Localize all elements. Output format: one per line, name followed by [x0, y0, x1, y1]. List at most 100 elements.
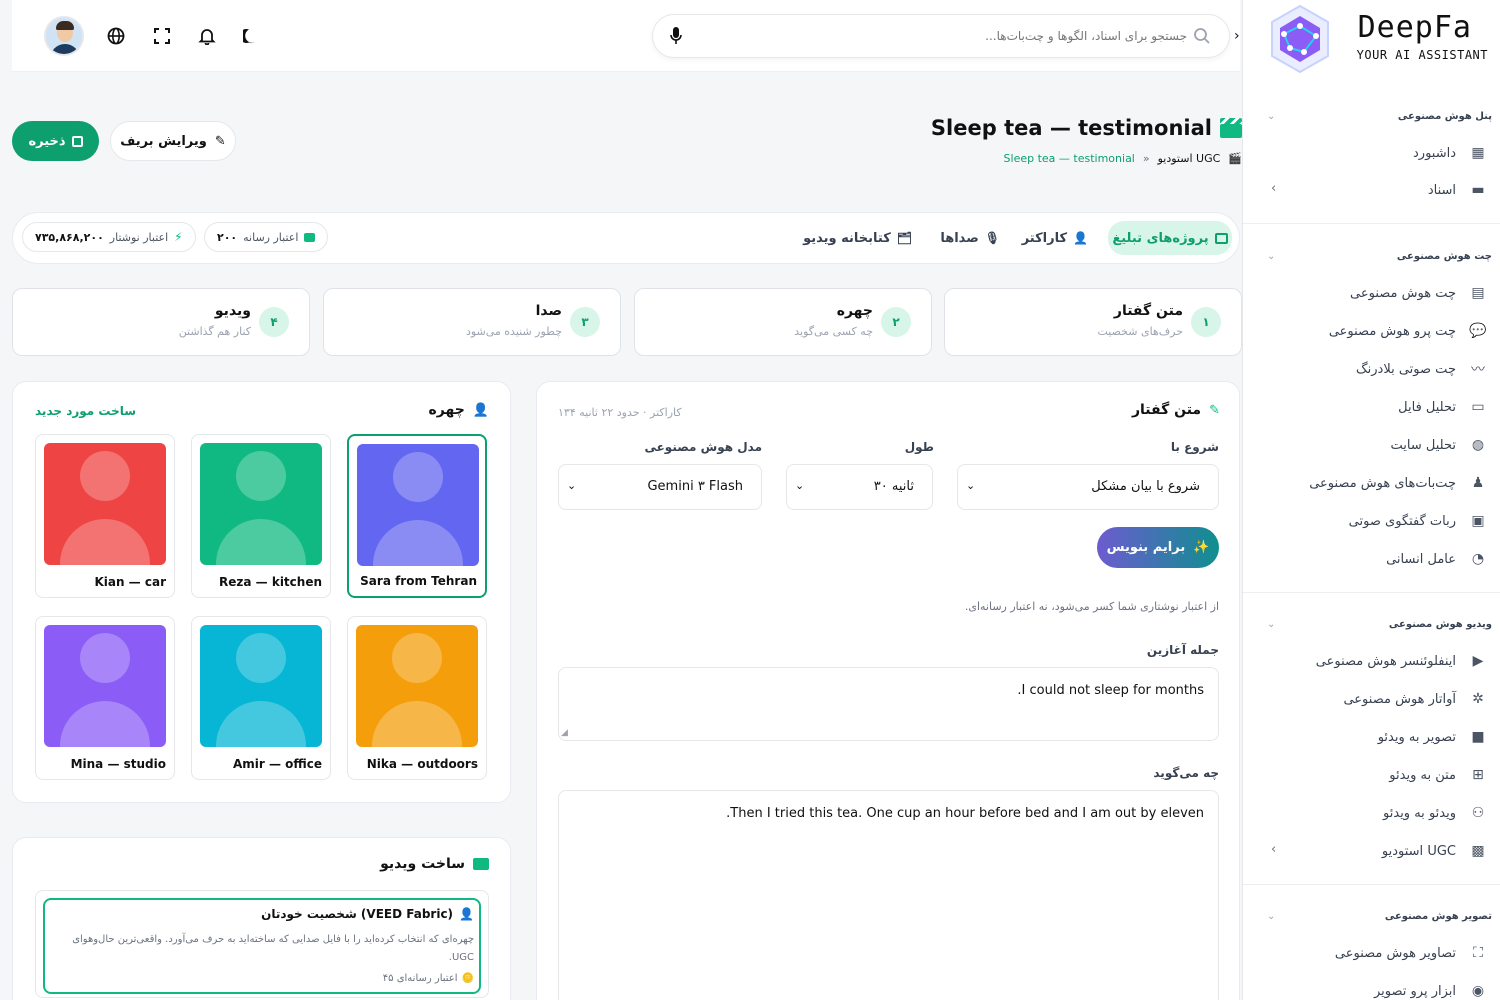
- brand-logo[interactable]: DeepFa YOUR AI ASSISTANT: [1254, 4, 1488, 74]
- step-card-1[interactable]: ۱ متن گفتار حرف‌های شخصیت: [944, 288, 1242, 356]
- avatar-body: [216, 519, 306, 565]
- step-subtitle: کنار هم گذاشتن: [178, 325, 251, 338]
- tab-video-library[interactable]: کتابخانه ویدیو 🗂: [803, 222, 912, 254]
- chevron-down-icon: ⌄: [1267, 110, 1276, 122]
- step-title: ویدیو: [214, 303, 251, 319]
- sidebar-divider: [1243, 592, 1500, 593]
- sidebar-section-header[interactable]: ⌄ پنل هوش مصنوعی: [1267, 106, 1492, 126]
- sidebar-item[interactable]: استودیو UGC ▩: [1268, 836, 1488, 866]
- face-avatar-image: [200, 443, 322, 565]
- step-title: متن گفتار: [1113, 303, 1183, 319]
- sidebar-section-header[interactable]: ⌄ تصویر هوش مصنوعی: [1267, 906, 1492, 926]
- face-name: Amir — office: [232, 757, 322, 771]
- sidebar-item[interactable]: عامل انسانی ◔: [1268, 544, 1488, 574]
- step-card-4[interactable]: ۴ ویدیو کنار هم گذاشتن: [12, 288, 310, 356]
- sidebar-item[interactable]: تحلیل فایل ▭: [1268, 392, 1488, 422]
- video-title: ساخت ویدیو: [380, 856, 465, 872]
- robot-icon: ♟: [1471, 475, 1485, 491]
- deepfa-logo-icon: [1271, 4, 1329, 74]
- avatar-head: [236, 633, 286, 683]
- sidebar-item[interactable]: چت هوش مصنوعی ▤: [1268, 278, 1488, 308]
- sidebar-item[interactable]: ربات گفتگوی صوتی ▣: [1268, 506, 1488, 536]
- edit-brief-label: ویرایش بریف: [120, 133, 207, 149]
- face-avatar-image: [44, 443, 166, 565]
- video-option-fabric[interactable]: شخصیت خودتان (VEED Fabric) 👤 چهره‌ای که …: [35, 890, 489, 998]
- tab-character[interactable]: کاراکتر 👤: [1022, 222, 1088, 254]
- globe-icon[interactable]: [104, 24, 128, 48]
- media-credit-label: اعتبار رسانه: [243, 230, 299, 244]
- sidebar-toggle-chevron-icon[interactable]: ›: [1234, 28, 1240, 44]
- breadcrumb-root[interactable]: استودیو UGC: [1158, 152, 1221, 165]
- sidebar-section-header[interactable]: ⌄ ویدیو هوش مصنوعی: [1267, 614, 1492, 634]
- sidebar-item[interactable]: داشبورد ▦: [1268, 138, 1488, 168]
- sidebar-item[interactable]: ویدئو به ویدئو ⚇: [1268, 798, 1488, 828]
- face-card[interactable]: Sara from Tehran: [347, 434, 487, 598]
- person-icon: 👤: [472, 402, 489, 418]
- face-card[interactable]: Kian — car: [35, 434, 175, 598]
- user-avatar[interactable]: [44, 16, 84, 56]
- create-new-link[interactable]: ساخت مورد جدید: [35, 404, 136, 418]
- sidebar-section-title: چت هوش مصنوعی: [1396, 250, 1492, 262]
- sidebar-section-header[interactable]: ⌄ چت هوش مصنوعی: [1267, 246, 1492, 266]
- tab-ad-projects[interactable]: پروژه‌های تبلیغ: [1108, 221, 1232, 255]
- sidebar-item[interactable]: تحلیل سایت ◍: [1268, 430, 1488, 460]
- floppy-icon: [71, 135, 83, 147]
- writing-credit-value: ۷۳۵,۸۶۸,۲۰۰: [35, 230, 104, 244]
- sidebar-item-label: آواتار هوش مصنوعی: [1343, 691, 1456, 707]
- search-input[interactable]: [707, 23, 1187, 49]
- sidebar-item-label: تصویر به ویدئو: [1377, 729, 1456, 745]
- submenu-chevron-icon[interactable]: ‹: [1271, 842, 1276, 857]
- sidebar-item[interactable]: چت پرو هوش مصنوعی 💬: [1268, 316, 1488, 346]
- step-card-2[interactable]: ۲ چهره چه کسی می‌گوید: [634, 288, 932, 356]
- save-button[interactable]: ذخیره: [12, 121, 99, 161]
- step-title: صدا: [535, 303, 562, 319]
- edit-brief-button[interactable]: ویرایش بریف ✎: [110, 121, 236, 161]
- face-card[interactable]: Mina — studio: [35, 616, 175, 780]
- sidebar-item[interactable]: چت‌بات‌های هوش مصنوعی ♟: [1268, 468, 1488, 498]
- face-card[interactable]: Amir — office: [191, 616, 331, 780]
- face-card[interactable]: Nika — outdoors: [347, 616, 487, 780]
- avatar-icon: ✲: [1472, 691, 1484, 707]
- sidebar-section-title: ویدیو هوش مصنوعی: [1388, 618, 1492, 630]
- script-card-header: متن گفتار ✎: [1132, 402, 1220, 418]
- sidebar-item-label: تحلیل فایل: [1398, 399, 1456, 415]
- sidebar-item[interactable]: تصاویر هوش مصنوعی ⛶: [1268, 938, 1488, 968]
- hook-textarea[interactable]: I could not sleep for months. ◢: [558, 667, 1219, 741]
- media-credit-badge: ۲۰۰ اعتبار رسانه: [204, 222, 329, 252]
- bell-icon[interactable]: [195, 24, 219, 48]
- avatar-body: [372, 701, 462, 747]
- says-textarea[interactable]: Then I tried this tea. One cup an hour b…: [558, 790, 1219, 1000]
- submenu-chevron-icon[interactable]: ‹: [1271, 181, 1276, 196]
- start-select[interactable]: شروع با بیان مشکل ⌄: [957, 464, 1219, 510]
- media-credit-icon: [304, 232, 316, 242]
- sidebar-item[interactable]: تصویر به ویدئو ■: [1268, 722, 1488, 752]
- sidebar-item[interactable]: ابزار پرو تصویر ◉: [1268, 976, 1488, 1000]
- tab-voices[interactable]: صداها 🎙: [940, 222, 1000, 254]
- face-name: Nika — outdoors: [366, 757, 478, 771]
- sidebar-item-label: داشبورد: [1413, 145, 1456, 161]
- avatar-body: [60, 519, 150, 565]
- sidebar-item[interactable]: اینفلوئنسر هوش مصنوعی ▶: [1268, 646, 1488, 676]
- script-meta: ۱۳۴ کاراکتر · حدود ۲۲ ثانیه: [558, 406, 682, 419]
- save-label: ذخیره: [28, 133, 66, 149]
- write-for-me-button[interactable]: برایم بنویس ✨: [1097, 527, 1219, 568]
- writing-credit-badge: ۷۳۵,۸۶۸,۲۰۰ اعتبار نوشتار ⚡: [22, 222, 196, 252]
- length-select[interactable]: ۳۰ ثانیه ⌄: [786, 464, 933, 510]
- step-card-3[interactable]: ۳ صدا چطور شنیده می‌شود: [323, 288, 621, 356]
- fullscreen-icon[interactable]: [150, 24, 174, 48]
- moon-icon[interactable]: [240, 24, 264, 48]
- resize-handle-icon[interactable]: ◢: [561, 728, 568, 738]
- sidebar-item[interactable]: آواتار هوش مصنوعی ✲: [1268, 684, 1488, 714]
- face-name: Sara from Tehran: [360, 574, 477, 588]
- face-card[interactable]: Reza — kitchen: [191, 434, 331, 598]
- sidebar-item[interactable]: اسناد ▬: [1268, 175, 1488, 205]
- sidebar-item[interactable]: چت صوتی بلادرنگ 〰: [1268, 354, 1488, 384]
- face-name: Kian — car: [94, 575, 166, 589]
- microphone-icon[interactable]: [669, 26, 683, 50]
- sidebar-item-label: ویدئو به ویدئو: [1383, 805, 1456, 821]
- sidebar-item[interactable]: متن به ویدئو ⊞: [1268, 760, 1488, 790]
- sidebar-item-label: تصاویر هوش مصنوعی: [1334, 945, 1456, 961]
- avatar-body: [60, 701, 150, 747]
- model-select[interactable]: Gemini ۳ Flash ⌄: [558, 464, 762, 510]
- breadcrumb-current[interactable]: Sleep tea — testimonial: [1004, 152, 1135, 165]
